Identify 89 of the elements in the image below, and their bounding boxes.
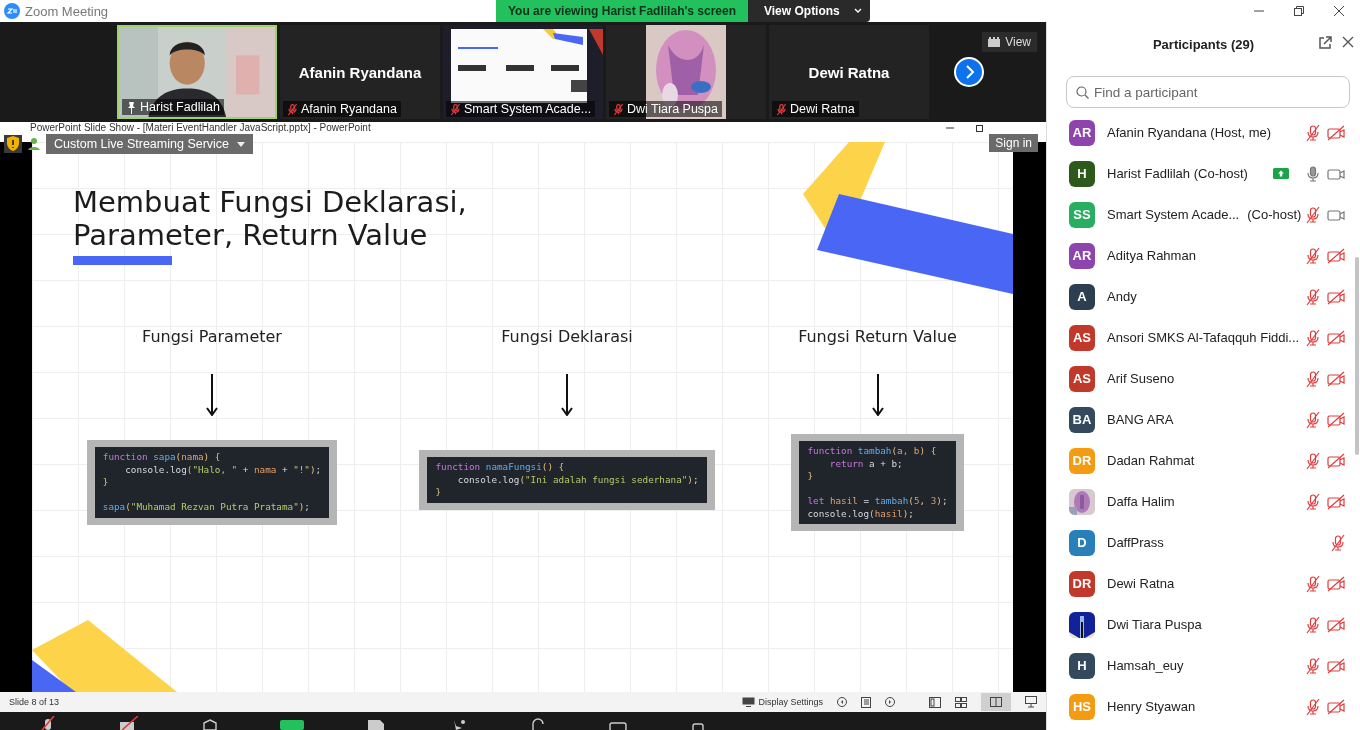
video-tile[interactable]: Smart System Acade...	[443, 25, 603, 119]
avatar: DR	[1069, 570, 1095, 597]
avatar: SS	[1069, 201, 1095, 228]
slideshow-icon[interactable]	[1025, 696, 1037, 708]
view-options-button[interactable]: View Options	[748, 0, 870, 22]
video-tile[interactable]: Afanin Ryandana Afanin Ryandana	[280, 25, 440, 119]
person-icon	[28, 138, 40, 150]
grid-icon	[988, 37, 1001, 47]
reading-view-icon[interactable]	[981, 693, 1011, 711]
avatar: AS	[1069, 324, 1095, 351]
presentation-window-title: PowerPoint Slide Show - [Materi EventHandler JavaScript.pptx] - PowerPoint	[30, 122, 371, 134]
monitor-icon	[742, 697, 756, 707]
restore-icon[interactable]	[976, 124, 984, 132]
avatar: BA	[1069, 406, 1095, 433]
avatar: AS	[1069, 365, 1095, 392]
view-button[interactable]: View	[982, 32, 1037, 52]
participant-name: Daffa Halim	[1107, 494, 1175, 509]
pop-out-icon[interactable]	[1318, 36, 1332, 50]
app-logo-icon	[4, 3, 20, 19]
apps-icon[interactable]	[530, 716, 546, 730]
screen-share-banner: You are viewing Harist Fadlilah's screen	[496, 0, 748, 22]
participant-name: Hamsah_euy	[1107, 658, 1184, 673]
tile-label: Afanin Ryandana	[283, 101, 401, 117]
search-icon	[1076, 86, 1089, 99]
avatar: H	[1069, 160, 1095, 187]
slide-counter: Slide 8 of 13	[9, 697, 60, 707]
avatar: D	[1069, 529, 1095, 556]
next-icon[interactable]	[885, 697, 895, 707]
participant-name: Dewi Ratna	[808, 63, 890, 81]
participant-name: Harist Fadlilah (Co-host)	[1107, 166, 1248, 181]
participant-name: Dadan Rahmat	[1107, 453, 1195, 468]
participant-name: Arif Suseno	[1107, 371, 1175, 386]
down-arrow-icon	[561, 374, 573, 416]
normal-view-icon[interactable]	[929, 696, 941, 708]
tile-label: Harist Fadlilah	[122, 99, 224, 115]
window-title: Zoom Meeting	[25, 3, 109, 19]
chevron-icon	[854, 8, 862, 14]
participant-name: Ansori SMKS Al-Tafaqquh Fiddi...	[1107, 330, 1300, 345]
participant-name: Henry Styawan	[1107, 699, 1196, 714]
down-arrow-icon	[206, 374, 218, 416]
participant-row[interactable]: H Harist Fadlilah (Co-host)	[1069, 153, 1360, 194]
code-snippet: function tambah(a, b) { return a + b; } let hasil = tambah(5, 3); console.log(hasil);	[799, 441, 956, 524]
participant-name: Dewi Ratna	[1107, 576, 1175, 591]
slide-sorter-icon[interactable]	[955, 696, 967, 708]
previous-icon[interactable]	[837, 697, 847, 707]
minimize-icon[interactable]	[946, 124, 954, 132]
sign-in-button[interactable]: Sign in	[989, 134, 1038, 152]
avatar: H	[1069, 652, 1095, 679]
participant-row[interactable]: SS Smart System Acade... (Co-host)	[1069, 194, 1360, 235]
chevron-right-icon	[964, 65, 974, 79]
participant-role: (Co-host)	[1247, 207, 1302, 222]
display-settings-button[interactable]: Display Settings	[742, 697, 823, 707]
participant-name: Smart System Acade...	[1107, 207, 1240, 222]
next-page-button[interactable]	[954, 57, 984, 87]
column-heading: Fungsi Parameter	[142, 327, 282, 346]
restore-icon[interactable]	[1294, 6, 1304, 16]
close-icon[interactable]	[1334, 6, 1344, 16]
slide-title: Membuat Fungsi Deklarasi, Parameter, Return Value	[73, 186, 467, 252]
participant-name: Aditya Rahman	[1107, 248, 1196, 263]
video-tile[interactable]: Dewi Ratna Dewi Ratna	[769, 25, 929, 119]
microphone-icon[interactable]	[1305, 164, 1321, 183]
tile-label: Dewi Ratna	[772, 101, 859, 117]
avatar: AR	[1069, 119, 1095, 146]
column-heading: Fungsi Return Value	[798, 327, 957, 346]
avatar: AR	[1069, 242, 1095, 269]
video-off-icon[interactable]	[118, 716, 140, 730]
muted-mic-icon[interactable]	[40, 716, 56, 730]
code-snippet: function namaFungsi() { console.log("Ini adalah fungsi sederhana"); }	[427, 457, 707, 503]
participant-name: Andy	[1107, 289, 1137, 304]
column-heading: Fungsi Deklarasi	[501, 327, 633, 346]
panel-title: Participants (29)	[1152, 36, 1255, 52]
video-tile[interactable]: Harist Fadlilah	[117, 25, 277, 119]
code-snippet: function sapa(nama) { console.log("Halo, " + nama + "!"); } sapa("Muhamad Rezvan Putra Pratama");	[94, 447, 330, 518]
slide-list-icon[interactable]	[861, 696, 871, 708]
participant-row[interactable]: D DaffPrass	[1069, 522, 1360, 563]
participant-name: Afanin Ryandana	[298, 63, 422, 81]
participant-name: Afanin Ryandana (Host, me)	[1107, 125, 1272, 140]
down-arrow-icon	[871, 374, 884, 416]
avatar: HS	[1069, 693, 1095, 720]
participant-name: BANG ARA	[1107, 412, 1174, 427]
search-field[interactable]: Find a participant	[1066, 76, 1350, 108]
streaming-service-dropdown[interactable]: Custom Live Streaming Service	[46, 134, 254, 154]
close-icon[interactable]	[1342, 36, 1354, 48]
tile-label: Smart System Acade...	[446, 101, 596, 117]
participant-name: DaffPrass	[1107, 535, 1164, 550]
participant-name: Dwi Tiara Puspa	[1107, 617, 1202, 632]
avatar: DR	[1069, 447, 1095, 474]
avatar: A	[1069, 283, 1095, 310]
tile-label: Dwi Tiara Puspa	[609, 101, 722, 117]
